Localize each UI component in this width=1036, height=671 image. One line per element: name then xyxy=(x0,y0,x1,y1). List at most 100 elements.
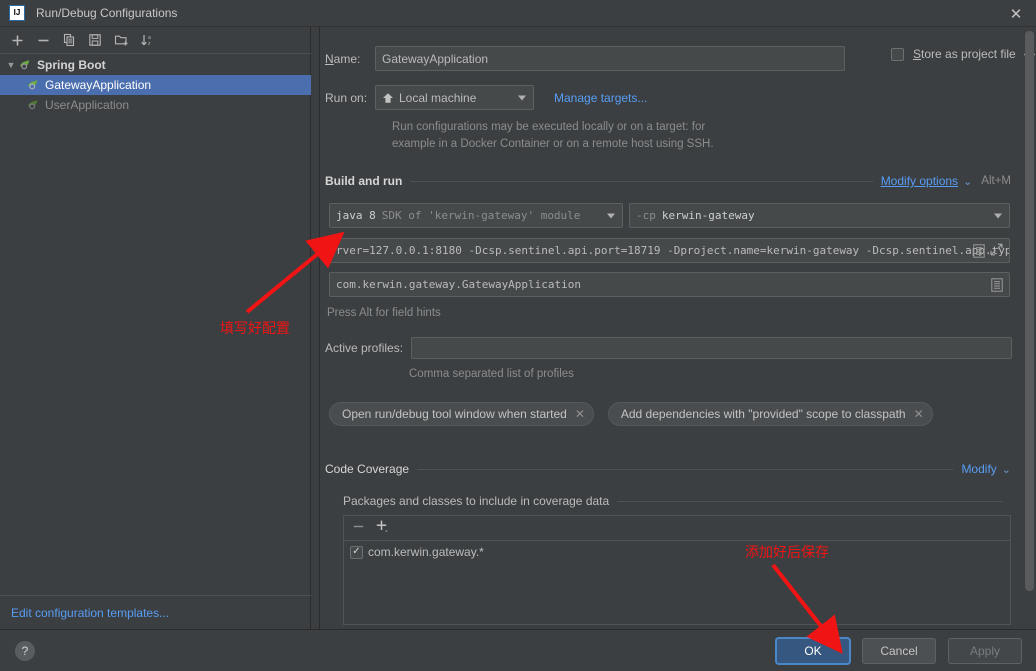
configuration-form: Name: GatewayApplication ✓ Store as proj… xyxy=(321,27,1036,629)
chip-label: Add dependencies with "provided" scope t… xyxy=(620,407,906,421)
jre-value-rest: SDK of 'kerwin-gateway' module xyxy=(381,209,581,222)
store-as-project-file-row: ✓ Store as project file xyxy=(891,47,1036,61)
remove-package-button[interactable] xyxy=(352,520,365,536)
code-coverage-modify-link[interactable]: Modify xyxy=(961,462,996,476)
active-profiles-row: Active profiles: xyxy=(325,337,1012,359)
chevron-down-icon[interactable]: ⌄ xyxy=(963,175,972,188)
dialog-title: Run/Debug Configurations xyxy=(36,6,178,20)
sidebar-item-label: GatewayApplication xyxy=(45,78,152,92)
tree-group-spring-boot[interactable]: ▼ Spring Boot xyxy=(0,55,311,75)
active-profiles-input[interactable] xyxy=(411,337,1012,359)
chip-add-provided-dependencies[interactable]: Add dependencies with "provided" scope t… xyxy=(607,402,933,426)
run-on-select[interactable]: Local machine xyxy=(375,85,534,110)
vm-options-macros-icon[interactable] xyxy=(973,244,985,261)
classpath-prefix: -cp xyxy=(636,209,656,222)
dialog-button-bar: ? OK Cancel Apply xyxy=(0,629,1036,671)
manage-targets-link[interactable]: Manage targets... xyxy=(554,91,647,105)
field-hint-text: Press Alt for field hints xyxy=(327,307,441,319)
build-and-run-header: Build and run Modify options ⌄ Alt+M xyxy=(325,174,1011,188)
chevron-down-icon[interactable]: ⌄ xyxy=(1002,463,1011,476)
vm-options-value: rver=127.0.0.1:8180 -Dcsp.sentinel.api.p… xyxy=(336,244,1010,257)
coverage-package-checkbox[interactable]: ✓ xyxy=(350,545,363,559)
sort-configurations-button[interactable]: a z xyxy=(134,28,160,52)
sidebar-item-label: UserApplication xyxy=(45,98,130,112)
section-divider xyxy=(410,180,873,182)
sidebar-item-gatewayapplication[interactable]: GatewayApplication xyxy=(0,75,311,95)
code-coverage-title: Code Coverage xyxy=(325,462,410,476)
annotation-save-after-add: 添加好后保存 xyxy=(745,545,829,561)
save-configuration-button[interactable] xyxy=(82,28,108,52)
copy-configuration-button[interactable] xyxy=(56,28,82,52)
chevron-down-icon[interactable]: ▼ xyxy=(4,60,18,70)
sidebar-item-userapplication[interactable]: UserApplication xyxy=(0,95,311,115)
annotation-fill-config: 填写好配置 xyxy=(220,321,290,337)
scrollbar-thumb[interactable] xyxy=(1025,31,1034,591)
classpath-select[interactable]: -cp kerwin-gateway xyxy=(629,203,1010,228)
ok-button[interactable]: OK xyxy=(776,637,850,664)
coverage-table-toolbar xyxy=(344,516,1010,541)
apply-button[interactable]: Apply xyxy=(948,637,1022,664)
main-class-input[interactable]: com.kerwin.gateway.GatewayApplication xyxy=(329,272,1010,297)
remove-configuration-button[interactable] xyxy=(30,28,56,52)
chevron-down-icon[interactable] xyxy=(607,213,615,218)
run-on-hint-line-1: Run configurations may be executed local… xyxy=(392,121,706,133)
code-coverage-header: Code Coverage Modify ⌄ xyxy=(325,462,1011,476)
add-configuration-button[interactable] xyxy=(4,28,30,52)
run-on-value: Local machine xyxy=(399,90,477,105)
modify-options-link[interactable]: Modify options xyxy=(881,174,958,188)
cancel-button[interactable]: Cancel xyxy=(862,637,936,664)
panel-divider xyxy=(312,27,320,629)
close-icon[interactable]: ✕ xyxy=(996,0,1036,27)
packages-subsection-header: Packages and classes to include in cover… xyxy=(343,494,1011,508)
store-as-project-file-label: Store as project file xyxy=(913,47,1016,61)
new-folder-button[interactable] xyxy=(108,28,134,52)
modify-options-shortcut: Alt+M xyxy=(981,175,1011,187)
intellij-logo-text: IJ xyxy=(13,8,21,17)
svg-text:z: z xyxy=(148,41,151,47)
main-class-value: com.kerwin.gateway.GatewayApplication xyxy=(336,278,582,291)
active-profiles-label: Active profiles: xyxy=(325,341,404,355)
packages-subsection-title: Packages and classes to include in cover… xyxy=(343,494,610,508)
store-as-project-file-checkbox[interactable]: ✓ xyxy=(891,47,904,61)
sidebar-toolbar: a z xyxy=(0,27,311,54)
edit-configuration-templates-link[interactable]: Edit configuration templates... xyxy=(11,606,169,620)
chevron-down-icon[interactable] xyxy=(518,95,526,100)
run-debug-configurations-dialog: IJ Run/Debug Configurations ✕ a z ▼ Spri… xyxy=(0,0,1036,671)
section-divider xyxy=(417,468,954,470)
vm-options-input[interactable]: rver=127.0.0.1:8180 -Dcsp.sentinel.api.p… xyxy=(329,238,1010,263)
close-icon[interactable]: ✕ xyxy=(575,407,585,421)
name-label: Name: xyxy=(325,51,361,66)
spring-boot-icon xyxy=(26,78,40,92)
main-class-browse-icon[interactable] xyxy=(991,278,1003,295)
close-icon[interactable]: ✕ xyxy=(914,407,924,421)
main-panel-scrollbar[interactable] xyxy=(1025,27,1034,629)
jre-select[interactable]: java 8 SDK of 'kerwin-gateway' module xyxy=(329,203,623,228)
help-button[interactable]: ? xyxy=(15,640,35,661)
spring-boot-icon xyxy=(18,58,32,72)
tree-group-label: Spring Boot xyxy=(37,58,106,72)
chip-open-run-debug-tool-window[interactable]: Open run/debug tool window when started … xyxy=(329,402,594,426)
jre-value-bold: java 8 xyxy=(336,209,376,222)
run-on-label: Run on: xyxy=(325,90,368,105)
section-divider xyxy=(617,500,1003,502)
run-on-hint-line-2: example in a Docker Container or on a re… xyxy=(392,138,714,150)
expand-icon[interactable] xyxy=(990,243,1003,259)
dialog-actions: OK Cancel Apply xyxy=(776,637,1022,664)
name-input-value: GatewayApplication xyxy=(382,51,489,66)
table-row[interactable]: ✓ com.kerwin.gateway.* xyxy=(344,541,1010,563)
local-machine-icon xyxy=(382,92,394,104)
intellij-logo-icon: IJ xyxy=(9,5,25,21)
run-on-hint: Run configurations may be executed local… xyxy=(392,119,714,153)
chevron-down-icon[interactable] xyxy=(994,213,1002,218)
option-chips: Open run/debug tool window when started … xyxy=(329,402,933,426)
name-input[interactable]: GatewayApplication xyxy=(375,46,845,71)
coverage-package-label: com.kerwin.gateway.* xyxy=(368,545,484,559)
run-on-row: Run on: Local machine Manage targets... xyxy=(325,85,647,110)
dialog-titlebar: IJ Run/Debug Configurations ✕ xyxy=(0,0,1036,27)
coverage-packages-table: ✓ com.kerwin.gateway.* xyxy=(343,515,1011,625)
active-profiles-hint: Comma separated list of profiles xyxy=(409,368,574,380)
sidebar-footer: Edit configuration templates... xyxy=(0,595,311,629)
spring-boot-icon xyxy=(26,98,40,112)
add-package-button[interactable] xyxy=(375,519,390,537)
build-and-run-title: Build and run xyxy=(325,174,403,188)
